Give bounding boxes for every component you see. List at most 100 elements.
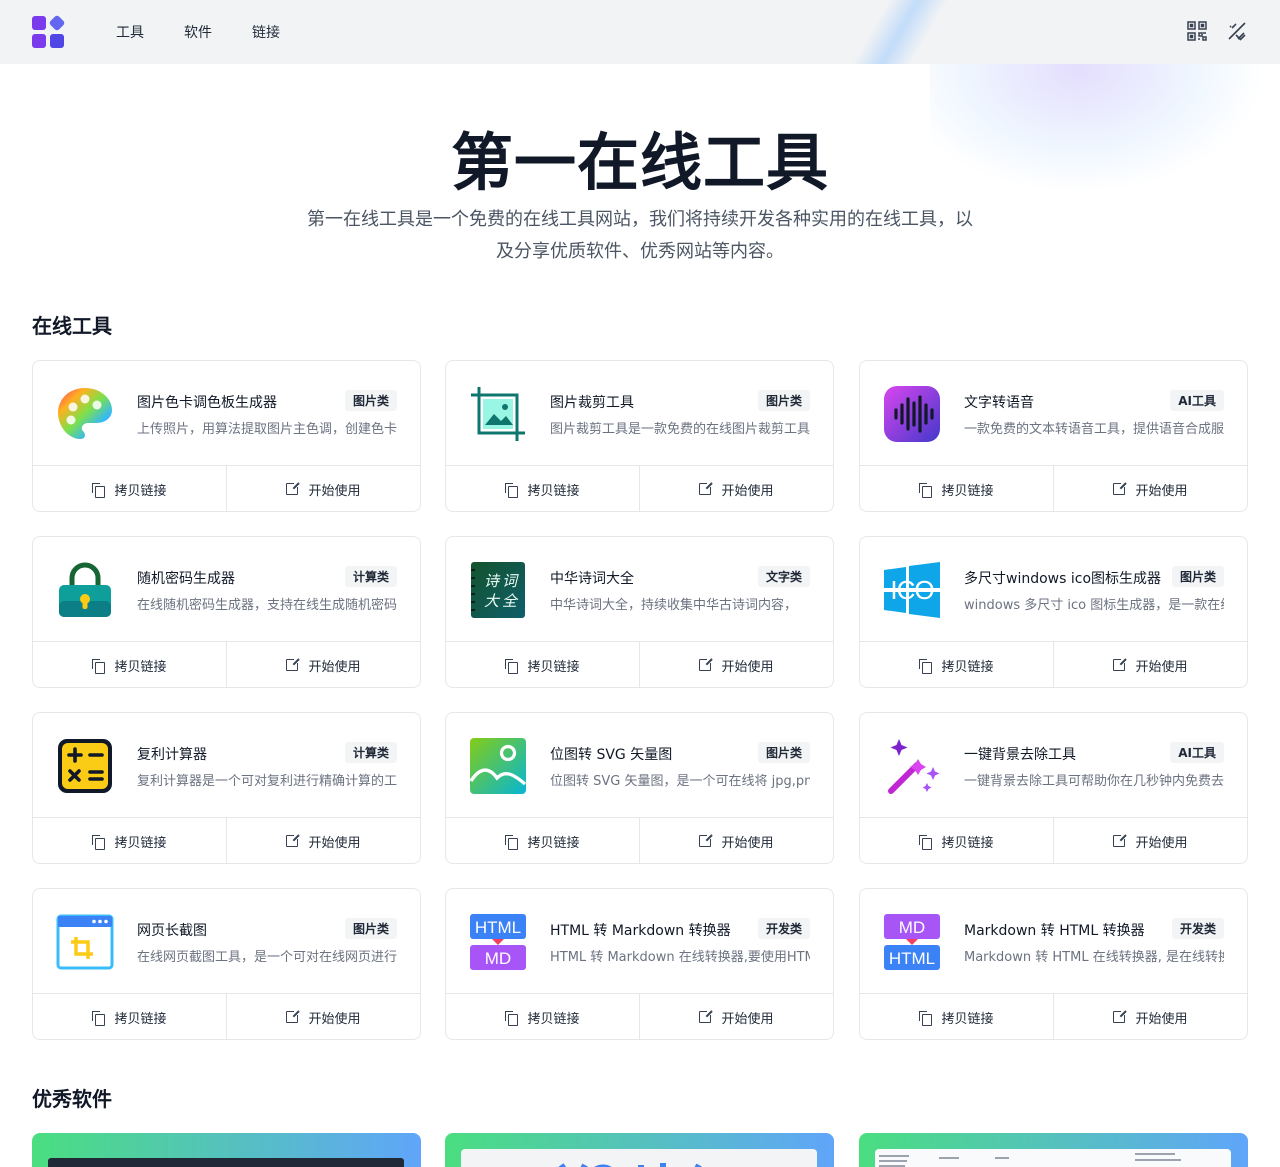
tool-card-body[interactable]: 诗词 大全 中华诗词大全 文字类 中华诗词大全，持续收集中华古诗词内容，: [446, 537, 833, 642]
tool-name[interactable]: 位图转 SVG 矢量图: [550, 744, 672, 764]
external-link-icon: [286, 833, 301, 847]
start-using-button[interactable]: 开始使用: [1053, 466, 1247, 511]
tool-card[interactable]: 图片色卡调色板生成器 图片类 上传照片，用算法提取图片主色调，创建色卡调色板 拷…: [32, 360, 421, 512]
start-using-button[interactable]: 开始使用: [639, 642, 833, 687]
copy-link-button[interactable]: 拷贝链接: [446, 642, 639, 687]
tool-name[interactable]: 随机密码生成器: [137, 568, 235, 588]
start-using-button[interactable]: 开始使用: [1053, 642, 1247, 687]
nav-software[interactable]: 软件: [184, 22, 252, 42]
tool-name[interactable]: HTML 转 Markdown 转换器: [550, 920, 731, 940]
tool-name[interactable]: 多尺寸windows ico图标生成器: [964, 568, 1161, 588]
tool-card[interactable]: 复利计算器 计算类 复利计算器是一个可对复利进行精确计算的工具 拷贝链接 开始使…: [32, 712, 421, 864]
tool-card[interactable]: MD HTML Markdown 转 HTML 转换器 开发类 Markdown…: [859, 888, 1248, 1040]
tool-name[interactable]: Markdown 转 HTML 转换器: [964, 920, 1145, 940]
html-label-b: HTML: [889, 949, 935, 968]
external-link-icon: [286, 1009, 301, 1023]
copy-link-button[interactable]: 拷贝链接: [446, 818, 639, 863]
start-using-button[interactable]: 开始使用: [226, 818, 420, 863]
copy-icon: [505, 482, 519, 498]
start-using-button[interactable]: 开始使用: [226, 642, 420, 687]
tool-card[interactable]: 网页长截图 图片类 在线网页截图工具，是一个可对在线网页进行截图 拷贝链接 开始…: [32, 888, 421, 1040]
nav-links[interactable]: 链接: [252, 22, 320, 42]
tool-card-body[interactable]: 随机密码生成器 计算类 在线随机密码生成器，支持在线生成随机密码: [33, 537, 420, 642]
copy-link-button[interactable]: 拷贝链接: [33, 642, 226, 687]
tool-card[interactable]: 图片裁剪工具 图片类 图片裁剪工具是一款免费的在线图片裁剪工具 拷贝链接 开始使…: [445, 360, 834, 512]
copy-link-button[interactable]: 拷贝链接: [860, 994, 1053, 1039]
tool-card-body[interactable]: 文字转语音 AI工具 一款免费的文本转语音工具，提供语音合成服务: [860, 361, 1247, 466]
software-card-2[interactable]: [445, 1133, 834, 1167]
tool-card[interactable]: 诗词 大全 中华诗词大全 文字类 中华诗词大全，持续收集中华古诗词内容， 拷贝链…: [445, 536, 834, 688]
copy-link-label: 拷贝链接: [941, 483, 994, 499]
start-using-label: 开始使用: [308, 1011, 361, 1027]
start-using-button[interactable]: 开始使用: [1053, 994, 1247, 1039]
external-link-icon: [1113, 481, 1128, 495]
external-link-icon: [699, 833, 714, 847]
tool-card-body[interactable]: ICO 多尺寸windows ico图标生成器 图片类 windows 多尺寸 …: [860, 537, 1247, 642]
copy-icon: [919, 834, 933, 850]
tool-card-body[interactable]: 位图转 SVG 矢量图 图片类 位图转 SVG 矢量图，是一个可在线将 jpg,…: [446, 713, 833, 818]
copy-link-label: 拷贝链接: [527, 835, 580, 851]
software-card-1[interactable]: [32, 1133, 421, 1167]
tool-card-body[interactable]: 复利计算器 计算类 复利计算器是一个可对复利进行精确计算的工具: [33, 713, 420, 818]
tool-card-actions: 拷贝链接 开始使用: [446, 994, 833, 1039]
top-actions: [1186, 20, 1248, 42]
start-using-button[interactable]: 开始使用: [226, 466, 420, 511]
copy-icon: [92, 658, 106, 674]
tool-name[interactable]: 图片裁剪工具: [550, 392, 634, 412]
tool-card[interactable]: 随机密码生成器 计算类 在线随机密码生成器，支持在线生成随机密码 拷贝链接 开始…: [32, 536, 421, 688]
copy-link-label: 拷贝链接: [114, 483, 167, 499]
tool-name[interactable]: 一键背景去除工具: [964, 744, 1076, 764]
copy-link-button[interactable]: 拷贝链接: [860, 466, 1053, 511]
start-using-label: 开始使用: [308, 483, 361, 499]
tool-category-tag: 计算类: [344, 566, 397, 587]
copy-link-button[interactable]: 拷贝链接: [446, 466, 639, 511]
start-using-button[interactable]: 开始使用: [639, 994, 833, 1039]
tool-card[interactable]: 位图转 SVG 矢量图 图片类 位图转 SVG 矢量图，是一个可在线将 jpg,…: [445, 712, 834, 864]
tool-name[interactable]: 网页长截图: [137, 920, 207, 940]
hero-title: 第一在线工具: [450, 126, 829, 199]
tool-card-body[interactable]: 一键背景去除工具 AI工具 一键背景去除工具可帮助你在几秒钟内免费去除背景: [860, 713, 1247, 818]
tool-card-body[interactable]: MD HTML Markdown 转 HTML 转换器 开发类 Markdown…: [860, 889, 1247, 994]
tool-name[interactable]: 图片色卡调色板生成器: [137, 392, 277, 412]
start-using-button[interactable]: 开始使用: [1053, 818, 1247, 863]
tool-card-body[interactable]: 图片裁剪工具 图片类 图片裁剪工具是一款免费的在线图片裁剪工具: [446, 361, 833, 466]
tool-name[interactable]: 中华诗词大全: [550, 568, 634, 588]
start-using-label: 开始使用: [1135, 659, 1188, 675]
qr-code-icon[interactable]: [1186, 20, 1208, 42]
copy-link-button[interactable]: 拷贝链接: [33, 994, 226, 1039]
external-link-icon: [1113, 657, 1128, 671]
copy-link-button[interactable]: 拷贝链接: [446, 994, 639, 1039]
theme-toggle-icon[interactable]: [1226, 20, 1248, 42]
tool-category-tag: AI工具: [1170, 390, 1224, 411]
site-logo[interactable]: [32, 14, 66, 48]
tool-name[interactable]: 文字转语音: [964, 392, 1034, 412]
copy-link-button[interactable]: 拷贝链接: [33, 466, 226, 511]
tool-category-tag: 文字类: [757, 566, 810, 587]
tool-card[interactable]: HTML MD HTML 转 Markdown 转换器 开发类 HTML 转 M…: [445, 888, 834, 1040]
hero-desc-line-2: 及分享优质软件、优秀网站等内容。: [496, 241, 784, 262]
copy-link-label: 拷贝链接: [941, 1011, 994, 1027]
tool-category-tag: 图片类: [344, 918, 397, 939]
tool-description: 中华诗词大全，持续收集中华古诗词内容，: [550, 598, 798, 613]
tool-card-body[interactable]: 图片色卡调色板生成器 图片类 上传照片，用算法提取图片主色调，创建色卡调色板: [33, 361, 420, 466]
palette-icon: [56, 385, 114, 443]
tool-description: 在线网页截图工具，是一个可对在线网页进行截图: [137, 950, 397, 965]
nav-tools[interactable]: 工具: [116, 22, 184, 42]
tool-card-body[interactable]: HTML MD HTML 转 Markdown 转换器 开发类 HTML 转 M…: [446, 889, 833, 994]
start-using-label: 开始使用: [308, 835, 361, 851]
copy-link-button[interactable]: 拷贝链接: [860, 818, 1053, 863]
tool-card[interactable]: 一键背景去除工具 AI工具 一键背景去除工具可帮助你在几秒钟内免费去除背景 拷贝…: [859, 712, 1248, 864]
copy-link-button[interactable]: 拷贝链接: [33, 818, 226, 863]
main-nav: 工具 软件 链接: [116, 22, 320, 42]
tool-card[interactable]: 文字转语音 AI工具 一款免费的文本转语音工具，提供语音合成服务 拷贝链接 开始…: [859, 360, 1248, 512]
copy-icon: [92, 1010, 106, 1026]
software-card-3[interactable]: [859, 1133, 1248, 1167]
start-using-button[interactable]: 开始使用: [639, 466, 833, 511]
tool-card-body[interactable]: 网页长截图 图片类 在线网页截图工具，是一个可对在线网页进行截图: [33, 889, 420, 994]
tool-name[interactable]: 复利计算器: [137, 744, 207, 764]
start-using-button[interactable]: 开始使用: [226, 994, 420, 1039]
tool-card[interactable]: ICO 多尺寸windows ico图标生成器 图片类 windows 多尺寸 …: [859, 536, 1248, 688]
copy-link-label: 拷贝链接: [941, 835, 994, 851]
copy-link-button[interactable]: 拷贝链接: [860, 642, 1053, 687]
start-using-button[interactable]: 开始使用: [639, 818, 833, 863]
